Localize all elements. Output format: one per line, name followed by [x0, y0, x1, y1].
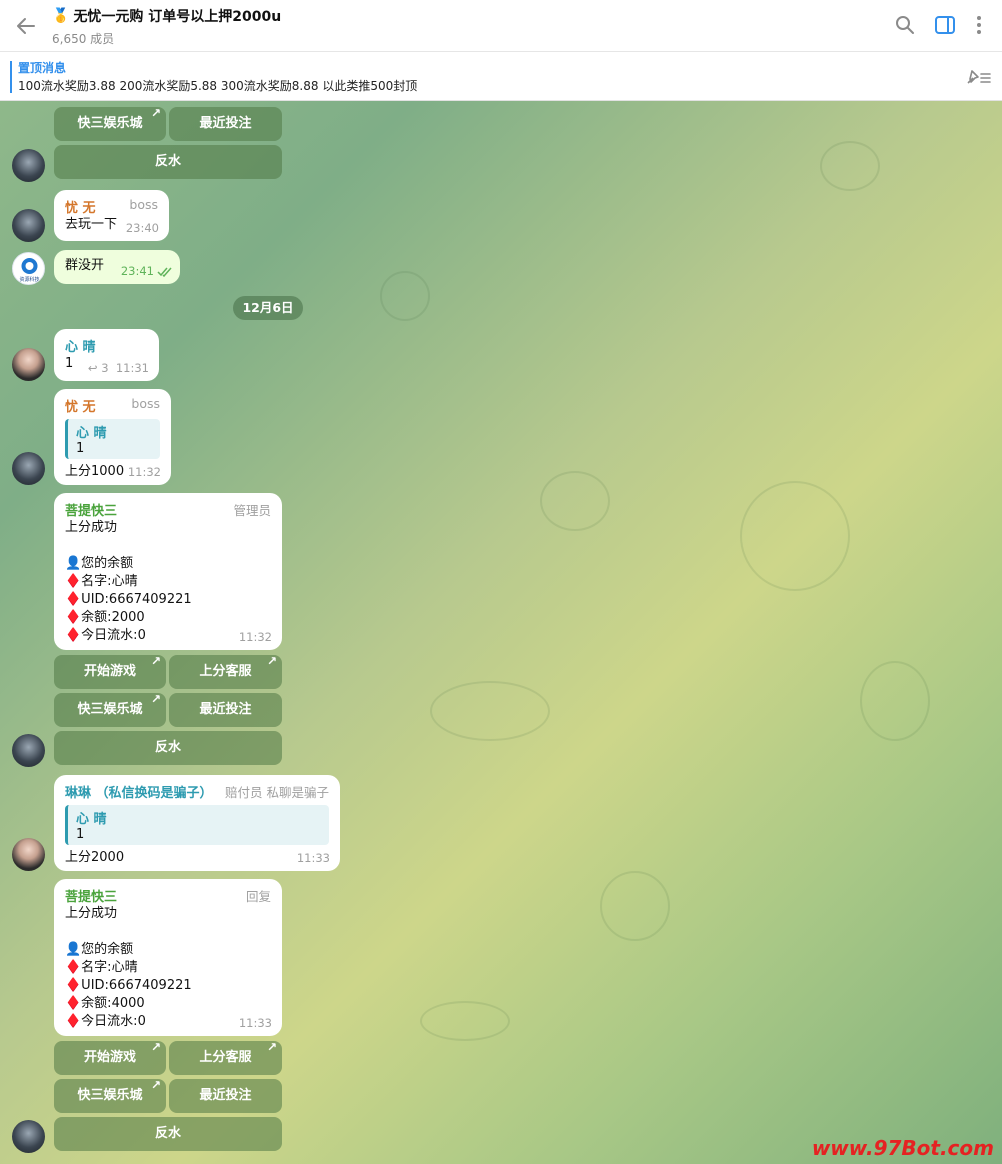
- pin-list-icon[interactable]: [964, 67, 992, 87]
- rebate-button[interactable]: 反水: [54, 1117, 282, 1151]
- avatar[interactable]: [12, 209, 45, 242]
- quoted-text: 1: [76, 441, 85, 456]
- message-bubble[interactable]: 忧 无 boss 去玩一下 23:40: [54, 190, 169, 241]
- message-bubble[interactable]: 菩提快三 管理员 上分成功 👤您的余额 ♦️名字:心晴 ♦️UID:666740…: [54, 493, 282, 650]
- more-options-icon[interactable]: [968, 14, 990, 36]
- rebate-button[interactable]: 反水: [54, 145, 282, 179]
- sender-role: boss: [129, 197, 158, 212]
- sidebar-toggle-icon[interactable]: [934, 14, 956, 36]
- message-time: 23:41: [120, 264, 154, 278]
- sender-role: 赔付员 私聊是骗子: [225, 785, 329, 800]
- external-arrow-icon: ↗: [150, 106, 161, 120]
- sender-role: boss: [131, 396, 160, 411]
- recent-bets-button[interactable]: 最近投注: [169, 1079, 282, 1113]
- casino-button[interactable]: 快三娱乐城 ↗: [54, 1078, 166, 1113]
- message-bubble[interactable]: 琳琳 （私信换码是骗子） 赔付员 私聊是骗子 心 晴 1 上分2000 11:3…: [54, 775, 340, 871]
- avatar[interactable]: [12, 734, 45, 767]
- reply-action[interactable]: 回复: [246, 886, 271, 905]
- medal-icon: 🥇: [52, 8, 70, 24]
- doodle-shape: [540, 471, 610, 531]
- pinned-title: 置顶消息: [18, 61, 67, 75]
- sender-name[interactable]: 心 晴: [65, 336, 148, 355]
- chat-header: 🥇 无忧一元购 订单号以上押2000u 6,650 成员: [0, 0, 1002, 52]
- reply-arrow-icon: ↩: [87, 361, 98, 375]
- chat-background: 快三娱乐城 ↗ 最近投注 反水 忧 无 boss 去玩一下 23:40 群没开 2…: [0, 101, 1002, 1164]
- doodle-shape: [860, 661, 930, 741]
- reply-quote[interactable]: 心 晴 1: [65, 805, 329, 845]
- date-separator: 12月6日: [233, 296, 303, 320]
- rebate-button[interactable]: 反水: [54, 731, 282, 765]
- chat-title-text: 无忧一元购 订单号以上押2000u: [73, 9, 282, 25]
- sender-name[interactable]: 菩提快三: [65, 886, 271, 905]
- recent-bets-button[interactable]: 最近投注: [169, 107, 282, 141]
- double-check-icon: [157, 267, 172, 277]
- message-time: 11:33: [296, 851, 330, 865]
- reply-count[interactable]: 3: [101, 361, 108, 375]
- avatar[interactable]: [12, 452, 45, 485]
- member-count: 6,650 成员: [52, 32, 115, 46]
- external-arrow-icon: ↗: [150, 1078, 161, 1092]
- sender-role: 管理员: [233, 503, 271, 518]
- message-text: 上分成功 👤您的余额 ♦️名字:心晴 ♦️UID:6667409221 ♦️余额…: [65, 520, 192, 643]
- message-time: 11:33: [238, 1016, 272, 1030]
- quoted-sender: 心 晴: [76, 426, 107, 441]
- avatar[interactable]: [12, 838, 45, 871]
- pinned-indicator: [10, 61, 12, 93]
- chat-title-block[interactable]: 🥇 无忧一元购 订单号以上押2000u 6,650 成员: [52, 6, 281, 47]
- quoted-sender: 心 晴: [76, 812, 107, 827]
- external-arrow-icon: ↗: [150, 654, 161, 668]
- avatar[interactable]: 资源科技: [12, 252, 45, 285]
- message-time: 11:32: [238, 630, 272, 644]
- recent-bets-button[interactable]: 最近投注: [169, 693, 282, 727]
- avatar[interactable]: [12, 348, 45, 381]
- brand-logo-icon: 资源科技: [19, 258, 40, 283]
- message-time: 11:31: [115, 361, 149, 375]
- avatar[interactable]: [12, 1120, 45, 1153]
- casino-button[interactable]: 快三娱乐城 ↗: [54, 692, 166, 727]
- message-bubble[interactable]: 菩提快三 回复 上分成功 👤您的余额 ♦️名字:心晴 ♦️UID:6667409…: [54, 879, 282, 1036]
- avatar-label: 资源科技: [19, 276, 39, 283]
- doodle-shape: [380, 271, 430, 321]
- message-text: 上分2000: [65, 850, 125, 865]
- message-time: 11:32: [127, 465, 161, 479]
- reply-quote[interactable]: 心 晴 1: [65, 419, 160, 459]
- watermark: www.97Bot.com: [811, 1136, 994, 1160]
- start-game-button[interactable]: 开始游戏 ↗: [54, 1040, 166, 1075]
- doodle-shape: [600, 871, 670, 941]
- chat-title: 🥇 无忧一元购 订单号以上押2000u: [52, 6, 281, 26]
- message-time: 23:40: [125, 221, 159, 235]
- back-arrow-icon[interactable]: [14, 14, 38, 38]
- message-bubble-own[interactable]: 群没开 23:41: [54, 250, 180, 284]
- quoted-text: 1: [76, 827, 85, 842]
- external-arrow-icon: ↗: [150, 1040, 161, 1054]
- doodle-shape: [420, 1001, 510, 1041]
- message-bubble[interactable]: 忧 无 boss 心 晴 1 上分1000 11:32: [54, 389, 171, 485]
- pinned-text: 100流水奖励3.88 200流水奖励5.88 300流水奖励8.88 以此类推…: [18, 79, 418, 93]
- search-icon[interactable]: [894, 14, 916, 36]
- avatar[interactable]: [12, 149, 45, 182]
- doodle-shape: [740, 481, 850, 591]
- start-game-button[interactable]: 开始游戏 ↗: [54, 654, 166, 689]
- message-text: 上分成功 👤您的余额 ♦️名字:心晴 ♦️UID:6667409221 ♦️余额…: [65, 906, 192, 1029]
- doodle-shape: [820, 141, 880, 191]
- pinned-message-bar[interactable]: 置顶消息 100流水奖励3.88 200流水奖励5.88 300流水奖励8.88…: [0, 53, 1002, 101]
- casino-button[interactable]: 快三娱乐城 ↗: [54, 106, 166, 141]
- topup-service-button[interactable]: 上分客服 ↗: [169, 1040, 282, 1075]
- external-arrow-icon: ↗: [150, 692, 161, 706]
- external-arrow-icon: ↗: [266, 654, 277, 668]
- message-bubble[interactable]: 心 晴 1 ↩ 3 11:31: [54, 329, 159, 381]
- external-arrow-icon: ↗: [266, 1040, 277, 1054]
- topup-service-button[interactable]: 上分客服 ↗: [169, 654, 282, 689]
- doodle-shape: [430, 681, 550, 741]
- message-meta: ↩ 3 11:31: [88, 361, 149, 375]
